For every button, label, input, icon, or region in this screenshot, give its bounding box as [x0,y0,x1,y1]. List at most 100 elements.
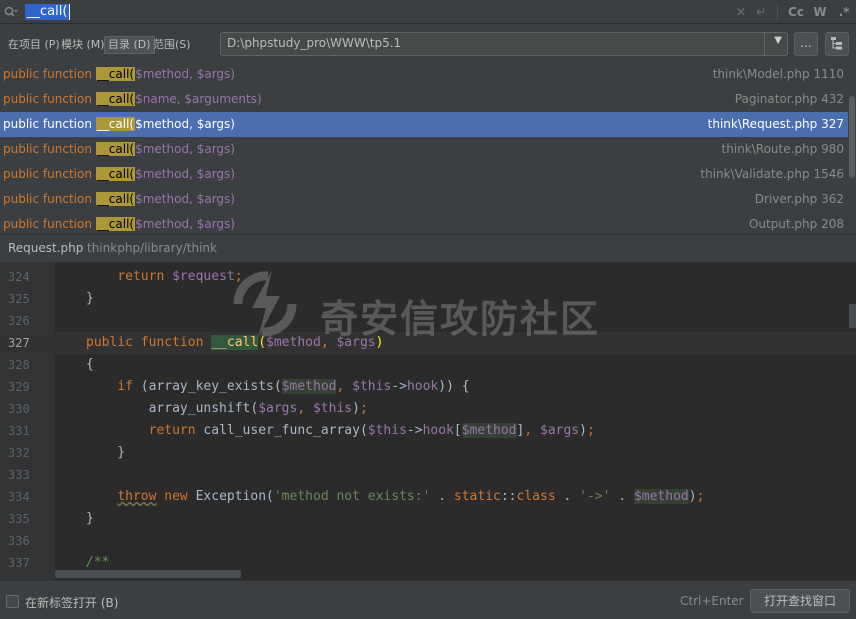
code-line: 330 array_unshift($args, $this); [0,398,856,420]
line-number: 336 [8,534,30,548]
watermark-logo-icon [233,270,297,338]
code-text: { [86,357,94,372]
line-number: 330 [8,402,30,416]
shortcut-hint: Ctrl+Enter [680,594,744,608]
line-number: 326 [8,314,30,328]
results-list: public function __call($method, $args) t… [0,62,856,234]
result-keyword: public function [3,142,92,156]
line-number: 331 [8,424,30,438]
line-number: 329 [8,380,30,394]
result-params: $method, $args) [135,142,235,156]
result-match: __call( [95,117,136,131]
result-keyword: public function [3,192,92,206]
code-text: /** [86,555,110,570]
code-text: } [86,291,94,306]
result-row[interactable]: public function __call($method, $args) t… [0,162,848,187]
result-match: __call( [95,67,136,81]
result-row[interactable]: public function __call($method, $args) t… [0,62,848,87]
watermark: 奇安信攻防社区 [228,264,628,344]
horizontal-scrollbar[interactable] [55,570,241,578]
scope-tab-project[interactable]: 在项目 (P) [5,36,63,54]
toolbar-separator [777,4,778,20]
directory-value: D:\phpstudy_pro\WWW\tp5.1 [227,36,402,50]
result-row[interactable]: public function __call($name, $arguments… [0,87,848,112]
select-separator [764,33,765,55]
vertical-scrollbar[interactable] [849,304,856,328]
preview-file-path: thinkphp/library/think [87,241,217,255]
scope-tab-scope[interactable]: 范围(S) [150,36,194,54]
result-file: think\Request.php 327 [707,117,844,131]
line-number: 332 [8,446,30,460]
result-file: Driver.php 362 [754,192,844,206]
result-params: $method, $args) [135,67,235,81]
code-line: 333 [0,464,856,486]
open-find-window-button[interactable]: 打开查找窗口 [750,589,850,613]
result-match: __call( [95,92,136,106]
line-number: 327 [8,336,30,350]
new-line-icon[interactable]: ↵ [751,5,771,19]
recursive-directory-button[interactable] [825,32,849,56]
result-params: $method, $args) [135,167,235,181]
result-row[interactable]: public function __call($method, $args) D… [0,187,848,212]
code-text: throw new Exception('method not exists:'… [117,489,705,504]
search-input[interactable]: __call( [25,3,71,20]
line-number: 335 [8,512,30,526]
code-line: 335 } [0,508,856,530]
search-bar: __call( ✕ ↵ Cc W .* [0,0,856,24]
directory-select[interactable]: D:\phpstudy_pro\WWW\tp5.1 ▼ [220,32,788,56]
result-file: think\Validate.php 1546 [700,167,844,181]
result-params: $method, $args) [135,192,235,206]
scope-tab-module[interactable]: 模块 (M) [58,36,108,54]
code-line: 332 } [0,442,856,464]
whole-words-toggle[interactable]: W [808,5,832,19]
chevron-down-icon[interactable]: ▼ [774,35,782,46]
line-number: 324 [8,270,30,284]
result-params: $name, $arguments) [135,92,262,106]
result-keyword: public function [3,92,92,106]
line-number: 328 [8,358,30,372]
code-text: array_unshift($args, $this); [86,401,368,416]
line-number: 334 [8,490,30,504]
code-line: 334 throw new Exception('method not exis… [0,486,856,508]
scope-tab-directory[interactable]: 目录 (D) [104,36,155,54]
code-line: 328 { [0,354,856,376]
code-text: return $request; [117,269,243,284]
preview-file-name: Request.php [8,241,84,255]
code-text: } [86,445,126,460]
result-file: Output.php 208 [748,217,844,231]
clear-icon[interactable]: ✕ [731,5,751,19]
result-row-selected[interactable]: public function __call($method, $args) t… [0,112,848,137]
result-keyword: public function [3,167,92,181]
result-file: Paginator.php 432 [734,92,844,106]
result-file: think\Model.php 1110 [712,67,844,81]
search-query-text: __call( [25,3,70,20]
preview-header: Request.php thinkphp/library/think [0,234,856,262]
code-line: 331 return call_user_func_array($this->h… [0,420,856,442]
open-new-tab-checkbox[interactable] [6,595,19,608]
code-line: 329 if (array_key_exists($method, $this-… [0,376,856,398]
directory-tree-icon [830,36,844,53]
line-number: 325 [8,292,30,306]
text-caret [69,3,71,20]
browse-button[interactable]: ... [794,32,818,56]
match-case-toggle[interactable]: Cc [784,5,808,19]
result-row[interactable]: public function __call($method, $args) t… [0,137,848,162]
watermark-text: 奇安信攻防社区 [320,297,601,341]
dialog-footer: 在新标签打开 (B) Ctrl+Enter 打开查找窗口 [0,580,856,619]
result-keyword: public function [3,117,92,131]
code-text: if (array_key_exists($method, $this->hoo… [117,379,470,394]
search-icon[interactable] [0,0,22,24]
result-match: __call( [95,217,136,231]
regex-toggle[interactable]: .* [832,5,856,19]
result-params: $method, $args) [135,117,235,131]
line-number: 337 [8,556,30,570]
result-file: think\Route.php 980 [721,142,844,156]
code-text: return call_user_func_array($this->hook[… [148,423,595,438]
results-scrollbar[interactable] [848,62,856,234]
results-scroll-thumb[interactable] [849,96,855,178]
result-params: $method, $args) [135,217,235,231]
result-match: __call( [95,167,136,181]
result-keyword: public function [3,67,92,81]
code-line: 336 [0,530,856,552]
open-new-tab-label[interactable]: 在新标签打开 (B) [25,594,118,611]
